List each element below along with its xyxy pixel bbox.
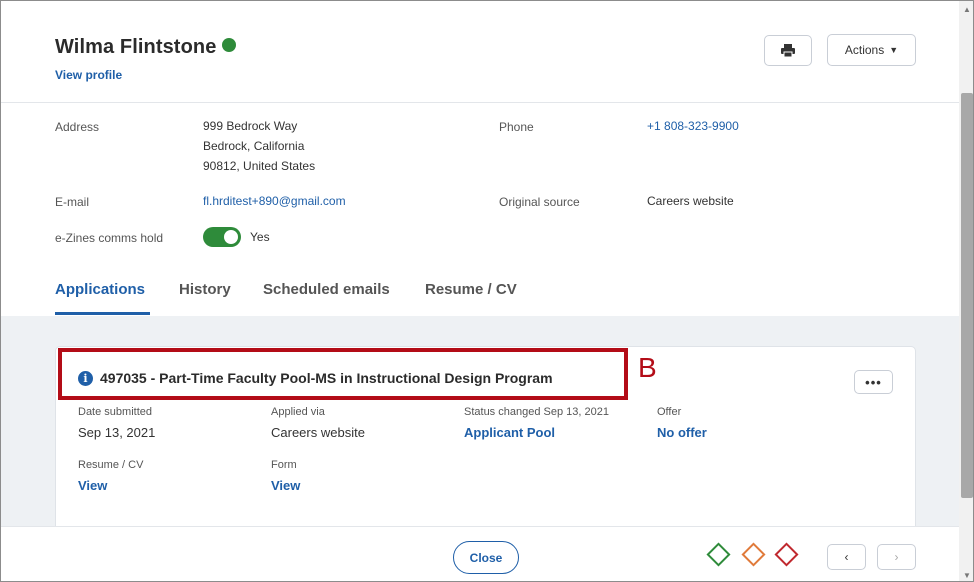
ezines-toggle[interactable] — [203, 227, 241, 247]
applied-via-value: Careers website — [271, 425, 365, 440]
printer-icon — [781, 44, 795, 57]
resume-label: Resume / CV — [78, 459, 144, 471]
candidate-panel: Wilma Flintstone View profile Actions ▼ … — [0, 0, 974, 582]
date-submitted-value: Sep 13, 2021 — [78, 425, 156, 440]
address-line-3: 90812, United States — [203, 159, 316, 173]
chevron-right-icon: › — [894, 550, 899, 564]
close-label: Close — [469, 550, 503, 565]
tab-history[interactable]: History — [179, 281, 231, 298]
close-button[interactable]: Close — [453, 541, 519, 574]
status-changed-label: Status changed Sep 13, 2021 — [464, 406, 609, 418]
print-button[interactable] — [764, 35, 812, 66]
candidate-name: Wilma Flintstone — [55, 36, 237, 59]
original-source-label: Original source — [499, 195, 580, 209]
email-link[interactable]: fl.hrditest+890@gmail.com — [203, 191, 346, 211]
annotation-highlight-box — [58, 348, 628, 400]
chevron-down-icon: ▼ — [889, 45, 899, 55]
form-label: Form — [271, 459, 297, 471]
actions-label: Actions — [844, 43, 885, 57]
scrollbar-thumb[interactable] — [961, 93, 973, 498]
status-link[interactable]: Applicant Pool — [464, 425, 555, 440]
original-source-value: Careers website — [647, 194, 734, 208]
tab-scheduled-emails[interactable]: Scheduled emails — [263, 281, 390, 298]
chevron-left-icon: ‹ — [844, 550, 849, 564]
view-profile-link[interactable]: View profile — [55, 68, 122, 82]
scroll-up-arrow-icon[interactable]: ▲ — [963, 5, 971, 14]
tab-applications[interactable]: Applications — [55, 281, 145, 298]
address-line-1: 999 Bedrock Way — [203, 119, 298, 133]
annotation-letter: B — [638, 352, 657, 383]
resume-view-link[interactable]: View — [78, 478, 107, 493]
address-line-2: Bedrock, California — [203, 139, 305, 153]
tab-resume-cv[interactable]: Resume / CV — [425, 281, 517, 298]
ezines-value: Yes — [250, 230, 270, 244]
offer-link[interactable]: No offer — [657, 425, 707, 440]
status-dot-icon — [222, 38, 237, 52]
actions-button[interactable]: Actions ▼ — [827, 34, 916, 66]
phone-label: Phone — [499, 120, 534, 134]
toggle-knob — [224, 230, 238, 244]
next-button[interactable]: › — [877, 544, 916, 570]
candidate-name-text: Wilma Flintstone — [55, 36, 217, 58]
address-label: Address — [55, 120, 100, 134]
previous-button[interactable]: ‹ — [827, 544, 866, 570]
phone-link[interactable]: +1 808-323-9900 — [647, 116, 739, 136]
scroll-down-arrow-icon[interactable]: ▼ — [963, 571, 971, 580]
header-divider — [1, 102, 973, 103]
ellipsis-icon: ••• — [865, 374, 882, 390]
offer-label: Offer — [657, 406, 682, 418]
form-view-link[interactable]: View — [271, 478, 300, 493]
ezines-label: e-Zines comms hold — [55, 231, 164, 245]
active-tab-indicator — [55, 312, 150, 315]
date-submitted-label: Date submitted — [78, 406, 152, 418]
more-options-button[interactable]: ••• — [854, 370, 893, 394]
email-label: E-mail — [55, 195, 90, 209]
applied-via-label: Applied via — [271, 406, 325, 418]
